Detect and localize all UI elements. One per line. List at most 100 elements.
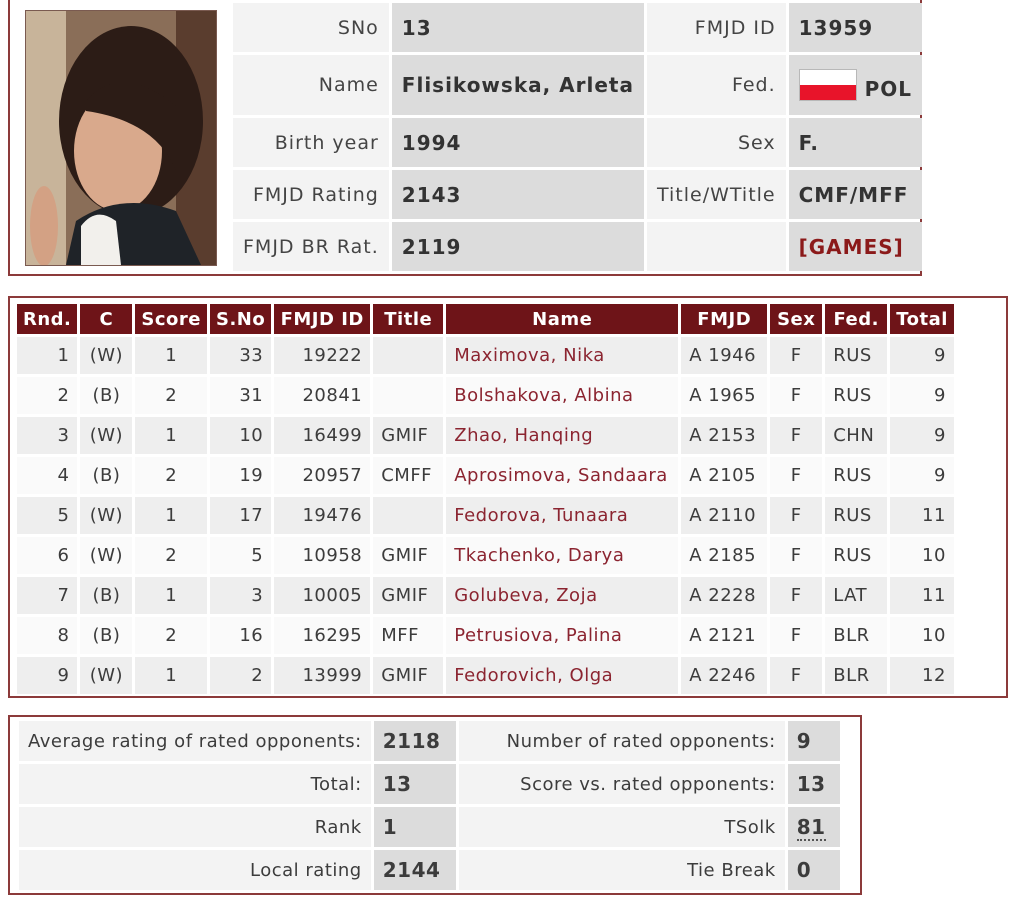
- cell-score: 1: [135, 497, 207, 534]
- table-row: 6 (W) 2 5 10958 GMIF Tkachenko, Darya A 2185 F RU…: [17, 537, 954, 574]
- tsolk-number[interactable]: 81: [796, 815, 826, 841]
- games-table-box: Rnd. C Score S.No FMJD ID Title Name FMJD Sex Fed…: [8, 296, 1008, 698]
- cell-score: 2: [135, 617, 207, 654]
- cell-fed: BLR: [825, 617, 888, 654]
- cell-total: 11: [890, 497, 954, 534]
- total-label: Total:: [19, 764, 371, 804]
- cell-sno: 5: [210, 537, 272, 574]
- games-table: Rnd. C Score S.No FMJD ID Title Name FMJD Sex Fed…: [14, 301, 957, 697]
- cell-name[interactable]: Bolshakova, Albina: [446, 377, 679, 414]
- cell-fmjd-id: 20841: [274, 377, 371, 414]
- fed-value: POL: [788, 55, 923, 115]
- local-rating-value: 2144: [373, 850, 456, 890]
- cell-rnd: 5: [17, 497, 78, 534]
- header-total: Total: [890, 304, 954, 334]
- br-rating-value: 2119: [391, 222, 644, 271]
- cell-rnd: 3: [17, 417, 78, 454]
- table-row: 7 (B) 1 3 10005 GMIF Golubeva, Zoja A 2228 F LAT 1…: [17, 577, 954, 614]
- cell-name[interactable]: Maximova, Nika: [446, 337, 679, 374]
- cell-sex: F: [770, 577, 823, 614]
- cell-title: [373, 497, 444, 534]
- cell-fmjd-rating: A 1946: [681, 337, 768, 374]
- table-row: 3 (W) 1 10 16499 GMIF Zhao, Hanqing A 2153 F CHN 9: [17, 417, 954, 454]
- cell-fmjd-id: 13999: [274, 657, 371, 694]
- tsolk-value[interactable]: 81: [787, 807, 840, 847]
- cell-name[interactable]: Aprosimova, Sandaara: [446, 457, 679, 494]
- cell-name[interactable]: Fedorovich, Olga: [446, 657, 679, 694]
- fmjd-id-value: 13959: [788, 3, 923, 52]
- cell-score: 1: [135, 417, 207, 454]
- cell-title: GMIF: [373, 657, 444, 694]
- cell-total: 10: [890, 537, 954, 574]
- cell-color: (W): [80, 337, 133, 374]
- cell-total: 9: [890, 337, 954, 374]
- cell-sex: F: [770, 457, 823, 494]
- name-label: Name: [233, 55, 389, 115]
- cell-total: 10: [890, 617, 954, 654]
- table-row: 4 (B) 2 19 20957 CMFF Aprosimova, Sandaara A 21…: [17, 457, 954, 494]
- cell-color: (W): [80, 417, 133, 454]
- sno-label: SNo: [233, 3, 389, 52]
- cell-title: MFF: [373, 617, 444, 654]
- cell-fmjd-rating: A 1965: [681, 377, 768, 414]
- summary-box: Average rating of rated opponents: 2118 …: [8, 715, 862, 895]
- cell-name[interactable]: Golubeva, Zoja: [446, 577, 679, 614]
- cell-sex: F: [770, 497, 823, 534]
- cell-sex: F: [770, 417, 823, 454]
- cell-sex: F: [770, 657, 823, 694]
- cell-fmjd-rating: A 2105: [681, 457, 768, 494]
- cell-color: (W): [80, 657, 133, 694]
- cell-score: 1: [135, 577, 207, 614]
- cell-sno: 17: [210, 497, 272, 534]
- birth-year-value: 1994: [391, 118, 644, 167]
- cell-score: 2: [135, 377, 207, 414]
- cell-color: (B): [80, 617, 133, 654]
- games-link[interactable]: [GAMES]: [788, 222, 923, 271]
- table-row: 8 (B) 2 16 16295 MFF Petrusiova, Palina A 2121 F…: [17, 617, 954, 654]
- cell-fed: LAT: [825, 577, 888, 614]
- cell-name[interactable]: Petrusiova, Palina: [446, 617, 679, 654]
- cell-title: [373, 337, 444, 374]
- cell-fmjd-rating: A 2121: [681, 617, 768, 654]
- cell-name[interactable]: Tkachenko, Darya: [446, 537, 679, 574]
- table-row: 2 (B) 2 31 20841 Bolshakova, Albina A 1965 F RUS…: [17, 377, 954, 414]
- cell-sno: 10: [210, 417, 272, 454]
- poland-flag-icon: [798, 69, 857, 101]
- cell-sno: 33: [210, 337, 272, 374]
- tsolk-label: TSolk: [458, 807, 785, 847]
- rank-value: 1: [373, 807, 456, 847]
- tie-break-value: 0: [787, 850, 840, 890]
- table-row: 1 (W) 1 33 19222 Maximova, Nika A 1946 F RUS 9: [17, 337, 954, 374]
- cell-total: 9: [890, 457, 954, 494]
- cell-name[interactable]: Fedorova, Tunaara: [446, 497, 679, 534]
- cell-fmjd-rating: A 2228: [681, 577, 768, 614]
- rating-value: 2143: [391, 170, 644, 219]
- num-opponents-value: 9: [787, 721, 840, 761]
- sno-value: 13: [391, 3, 644, 52]
- cell-rnd: 7: [17, 577, 78, 614]
- cell-fmjd-id: 16295: [274, 617, 371, 654]
- cell-score: 2: [135, 537, 207, 574]
- cell-total: 12: [890, 657, 954, 694]
- header-fmjd-rating: FMJD: [681, 304, 768, 334]
- cell-score: 1: [135, 657, 207, 694]
- cell-color: (B): [80, 577, 133, 614]
- cell-name[interactable]: Zhao, Hanqing: [446, 417, 679, 454]
- cell-fmjd-id: 10958: [274, 537, 371, 574]
- br-rating-label: FMJD BR Rat.: [233, 222, 389, 271]
- cell-rnd: 6: [17, 537, 78, 574]
- cell-fmjd-rating: A 2110: [681, 497, 768, 534]
- cell-rnd: 2: [17, 377, 78, 414]
- title-value: CMF/MFF: [788, 170, 923, 219]
- total-value: 13: [373, 764, 456, 804]
- cell-fmjd-id: 20957: [274, 457, 371, 494]
- cell-title: [373, 377, 444, 414]
- cell-fed: BLR: [825, 657, 888, 694]
- cell-total: 11: [890, 577, 954, 614]
- player-profile: SNo 13 FMJD ID 13959 Name Flisikowska, A…: [8, 0, 923, 276]
- cell-fmjd-id: 19476: [274, 497, 371, 534]
- header-sno: S.No: [210, 304, 272, 334]
- header-fmjd-id: FMJD ID: [274, 304, 371, 334]
- cell-total: 9: [890, 417, 954, 454]
- cell-rnd: 9: [17, 657, 78, 694]
